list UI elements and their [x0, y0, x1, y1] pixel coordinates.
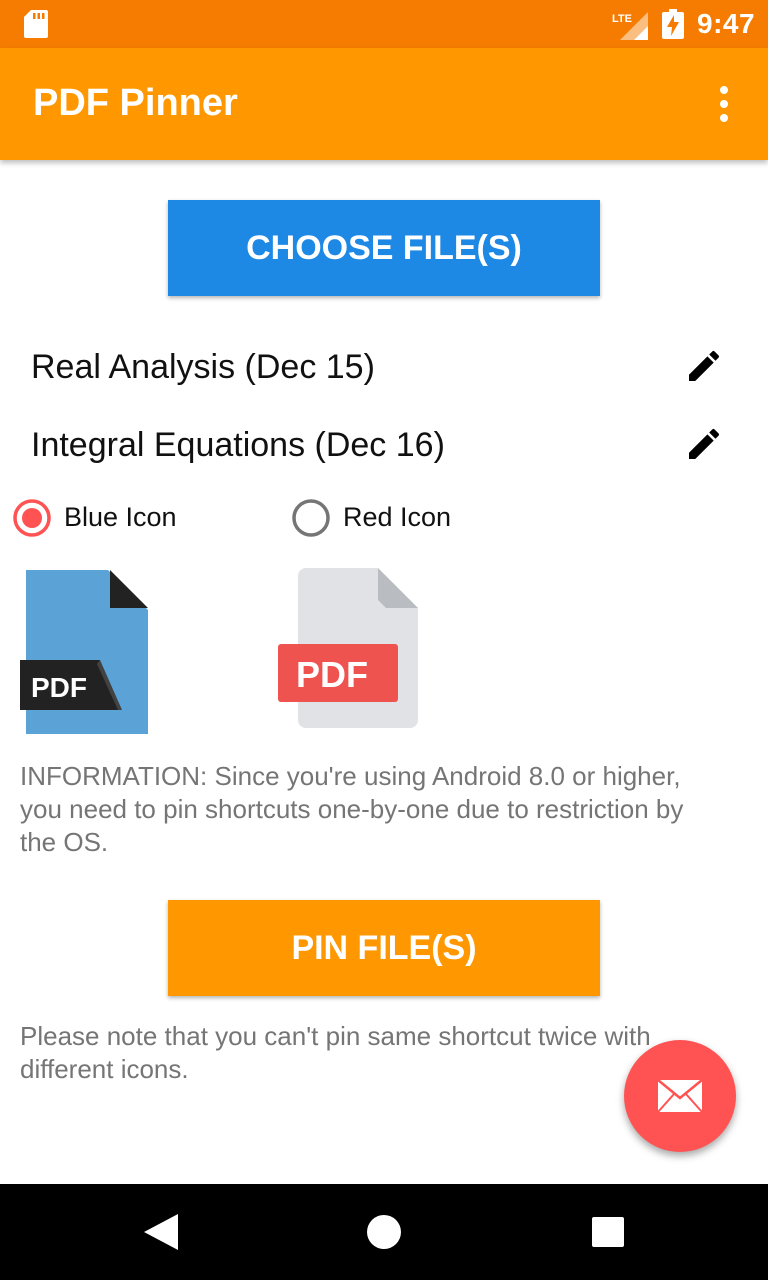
- lte-label: LTE: [612, 13, 632, 25]
- app-bar: PDF Pinner: [0, 48, 768, 160]
- radio-selected-icon[interactable]: [12, 498, 52, 538]
- email-fab[interactable]: [624, 1040, 736, 1152]
- pdf-red-icon: PDF: [278, 568, 418, 728]
- overflow-menu-icon[interactable]: [712, 84, 736, 124]
- status-bar: LTE 9:47: [0, 0, 768, 48]
- home-icon[interactable]: [367, 1215, 401, 1249]
- status-clock: 9:47: [697, 8, 756, 39]
- file-name: Integral Equations (Dec 16): [31, 426, 445, 464]
- pdf-red-label: PDF: [296, 654, 368, 695]
- pin-files-button[interactable]: PIN FILE(S): [168, 900, 600, 996]
- mail-icon: [657, 1079, 703, 1113]
- note-text: Please note that you can't pin same shor…: [20, 1021, 651, 1084]
- lte-signal-icon: LTE: [612, 12, 648, 40]
- radio-label: Red Icon: [343, 502, 452, 532]
- battery-charging-icon: [662, 9, 684, 39]
- edit-icon[interactable]: [684, 346, 724, 386]
- info-text: INFORMATION: Since you're using Android …: [20, 761, 684, 857]
- recents-icon[interactable]: [592, 1217, 624, 1247]
- file-name: Real Analysis (Dec 15): [31, 348, 375, 386]
- radio-label: Blue Icon: [64, 502, 177, 532]
- file-row: Integral Equations (Dec 16): [0, 418, 768, 478]
- file-row: Real Analysis (Dec 15): [0, 340, 768, 400]
- back-icon[interactable]: [144, 1214, 178, 1250]
- choose-files-button[interactable]: CHOOSE FILE(S): [168, 200, 600, 296]
- sd-card-icon: [24, 10, 48, 38]
- pdf-blue-icon: PDF: [20, 570, 148, 734]
- radio-red-icon[interactable]: Red Icon: [291, 496, 531, 540]
- pdf-blue-label: PDF: [31, 672, 87, 703]
- edit-icon[interactable]: [684, 424, 724, 464]
- nav-bar: [0, 1184, 768, 1280]
- radio-blue-icon[interactable]: Blue Icon: [12, 496, 252, 540]
- radio-unselected-icon[interactable]: [291, 498, 331, 538]
- app-title: PDF Pinner: [33, 82, 238, 124]
